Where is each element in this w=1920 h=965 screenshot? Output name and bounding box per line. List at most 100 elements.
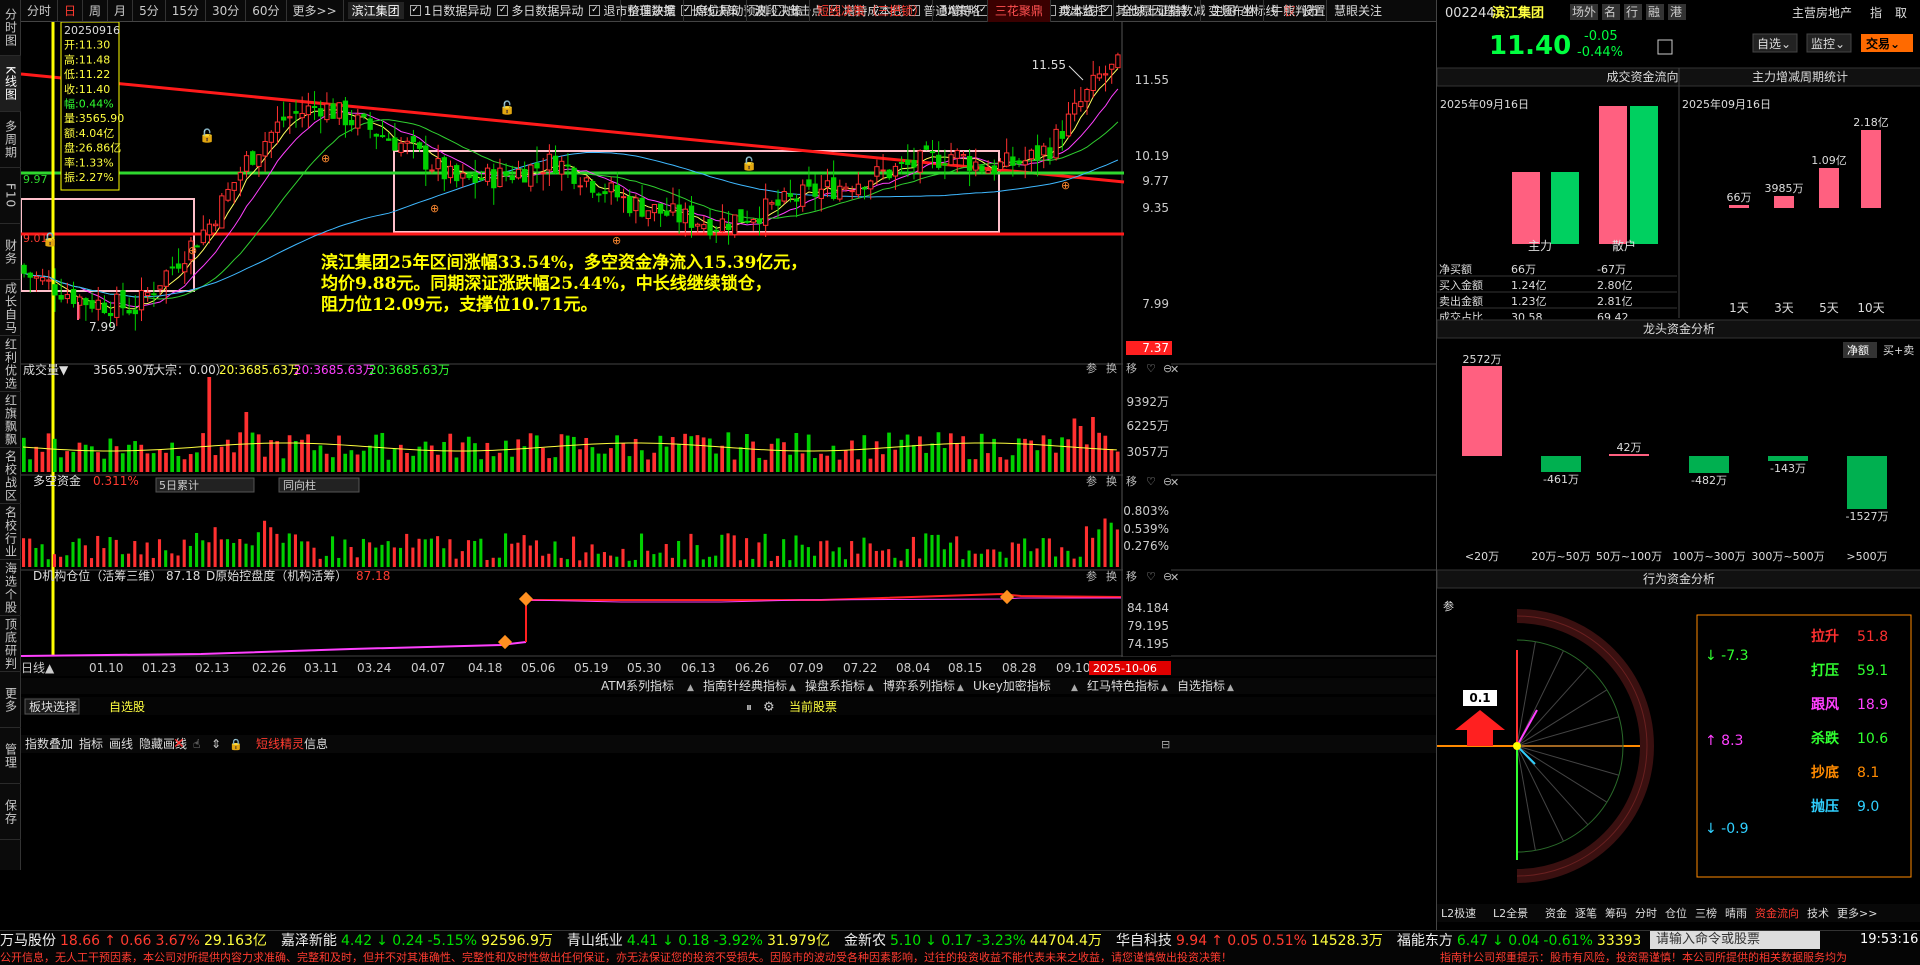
left-tab-1[interactable]: K线图 [0, 56, 21, 112]
left-tab-9[interactable]: 名校行业 [0, 504, 21, 560]
calendar-icon[interactable] [1657, 39, 1673, 55]
candle-body [262, 140, 268, 157]
candle-body [670, 203, 676, 213]
strategy-tab-2[interactable]: 波段决策 [746, 0, 809, 22]
left-tab-5[interactable]: 成长自马 [0, 280, 21, 336]
candle-body [1028, 149, 1035, 160]
buy-signal-icon: ⊕ [430, 202, 439, 215]
dk-bar [837, 547, 841, 567]
period-tab-5[interactable]: 15分 [166, 0, 206, 21]
ticker-item-1[interactable]: 嘉泽新能 4.42 ↓ 0.24 -5.15% 92596.9万 [281, 933, 553, 949]
left-tab-4[interactable]: 财务 [0, 224, 21, 280]
toolbar-expand-icon: ⊟ [1161, 738, 1170, 751]
checkbox-icon[interactable]: ✓ [589, 5, 601, 16]
checkbox-icon[interactable]: ✓ [497, 5, 509, 16]
left-tab-10[interactable]: 海选个股 [0, 560, 21, 616]
jg-close-icon: ✕ [1170, 571, 1179, 584]
ticker-item-3[interactable]: 金新农 5.10 ↓ 0.17 -3.23% 44704.4万 [844, 933, 1102, 949]
left-tab-7[interactable]: 红旗飘飘 [0, 392, 21, 448]
left-tab-3[interactable]: F10 [0, 168, 21, 224]
period-tab-4[interactable]: 5分 [133, 0, 166, 21]
ticker-price: 4.42 [340, 933, 373, 949]
strategy-tab-0[interactable]: 价值决策 [620, 0, 683, 22]
volume-bar [504, 440, 508, 472]
watch-button: 自选⌄ [1757, 37, 1791, 51]
strategy-tab-9[interactable]: 牛熊判市 [1262, 0, 1326, 22]
ticker-item-2[interactable]: 青山纸业 4.41 ↓ 0.18 -3.92% 31.979亿 [567, 933, 830, 949]
topcheck-1[interactable]: ✓ 多日数据异动 [497, 2, 583, 19]
behavior-ref: 参 [1443, 599, 1454, 613]
left-tab-8[interactable]: 名校战区 [0, 448, 21, 504]
ticker-price: 9.94 [1175, 933, 1208, 949]
strategy-tab-7[interactable]: 全球上证指数 [1112, 0, 1200, 22]
command-input[interactable]: 请输入命令或股票 [1650, 931, 1820, 949]
dk-select-2-label: 同向柱 [283, 478, 316, 492]
period-tab-7[interactable]: 60分 [246, 0, 287, 21]
topcheck-0[interactable]: ✓ 1日数据异动 [409, 2, 491, 19]
dk-bar [300, 541, 304, 567]
candle-body [682, 208, 688, 224]
dk-bar [534, 540, 539, 567]
left-tab-13[interactable]: 管理 [0, 728, 21, 784]
candle-body [1078, 101, 1084, 108]
volume-bar [52, 438, 57, 472]
dk-bar [547, 553, 551, 567]
ticker-item-4[interactable]: 华自科技 9.94 ↑ 0.05 0.51% 14528.3万 [1116, 933, 1383, 949]
volume-bar [1035, 450, 1040, 472]
dk-bar [893, 557, 897, 567]
left-tab-12[interactable]: 更多 [0, 672, 21, 728]
period-tab-0[interactable]: 分时 [21, 0, 59, 21]
dk-bar [448, 539, 452, 567]
candle-body [861, 187, 868, 190]
date-label-17: 08.15 [948, 661, 982, 675]
volume-bar [46, 433, 51, 472]
period-tab-2[interactable]: 周 [83, 0, 109, 21]
volume-bar [232, 452, 236, 472]
strategy-tab-4[interactable]: 3A策略 [932, 0, 987, 22]
volume-bar [1109, 449, 1114, 472]
volume-bar [460, 442, 465, 472]
candle-body [330, 103, 336, 119]
dk-bar [973, 553, 977, 567]
date-label-2: 01.23 [142, 661, 176, 675]
dk-bar [584, 552, 588, 567]
left-tab-0[interactable]: 分时图 [0, 0, 21, 56]
main-chart-area[interactable]: 11.55 10.19 9.77 9.35 7.99 7.37 11.55 7.99 9.97 9… [21, 22, 1436, 930]
candle-body [552, 155, 559, 174]
volume-bar [924, 452, 928, 472]
dk-bar [1066, 550, 1070, 567]
vol-ma1: 20:3685.63万 [219, 363, 300, 377]
candle-body [559, 160, 565, 175]
volume-bar [28, 459, 32, 472]
volume-bar [584, 437, 589, 472]
volume-bar [355, 454, 360, 472]
strategy-tab-5[interactable]: 三花聚鼎 [986, 0, 1050, 22]
strategy-tab-8[interactable]: 变频布林 [1199, 0, 1263, 22]
dk-bar [763, 533, 767, 567]
candle-body [256, 154, 262, 167]
dragon-tab-1: 买+卖 [1883, 344, 1914, 357]
dk-bar [139, 554, 143, 567]
volume-bar [1004, 459, 1009, 472]
strategy-tab-6[interactable]: 卖出监控 [1049, 0, 1113, 22]
period-tab-6[interactable]: 30分 [206, 0, 247, 21]
left-tab-6[interactable]: 红利优选 [0, 336, 21, 392]
period-tab-8[interactable]: 更多>> [287, 0, 344, 21]
left-tab-2[interactable]: 多周期 [0, 112, 21, 168]
dk-bar [238, 539, 242, 567]
strategy-tab-1[interactable]: 长线决策 [683, 0, 746, 22]
volume-bar [911, 444, 916, 472]
strategy-tab-10[interactable]: 慧眼关注 [1326, 0, 1389, 22]
dk-bar [639, 533, 644, 567]
strategy-tab-3[interactable]: 短线决策（三把锁） [809, 0, 932, 22]
stock-pct: -0.44% [1577, 45, 1623, 60]
candle-body [182, 263, 188, 273]
ticker-item-5[interactable]: 福能东方6.47↓ 0.04-0.61%33393.9万 [1397, 933, 1640, 949]
left-tab-14[interactable]: 保存 [0, 784, 21, 840]
dragon-value-5: -1527万 [1846, 510, 1889, 523]
period-tab-3[interactable]: 月 [108, 0, 134, 21]
period-tab-1[interactable]: 日 [58, 0, 84, 21]
ticker-item-0[interactable]: 万马股份 18.66 ↑ 0.66 3.67% 29.163亿 [0, 933, 267, 949]
left-tab-11[interactable]: 顶底研判 [0, 616, 21, 672]
checkbox-icon[interactable]: ✓ [409, 5, 421, 16]
